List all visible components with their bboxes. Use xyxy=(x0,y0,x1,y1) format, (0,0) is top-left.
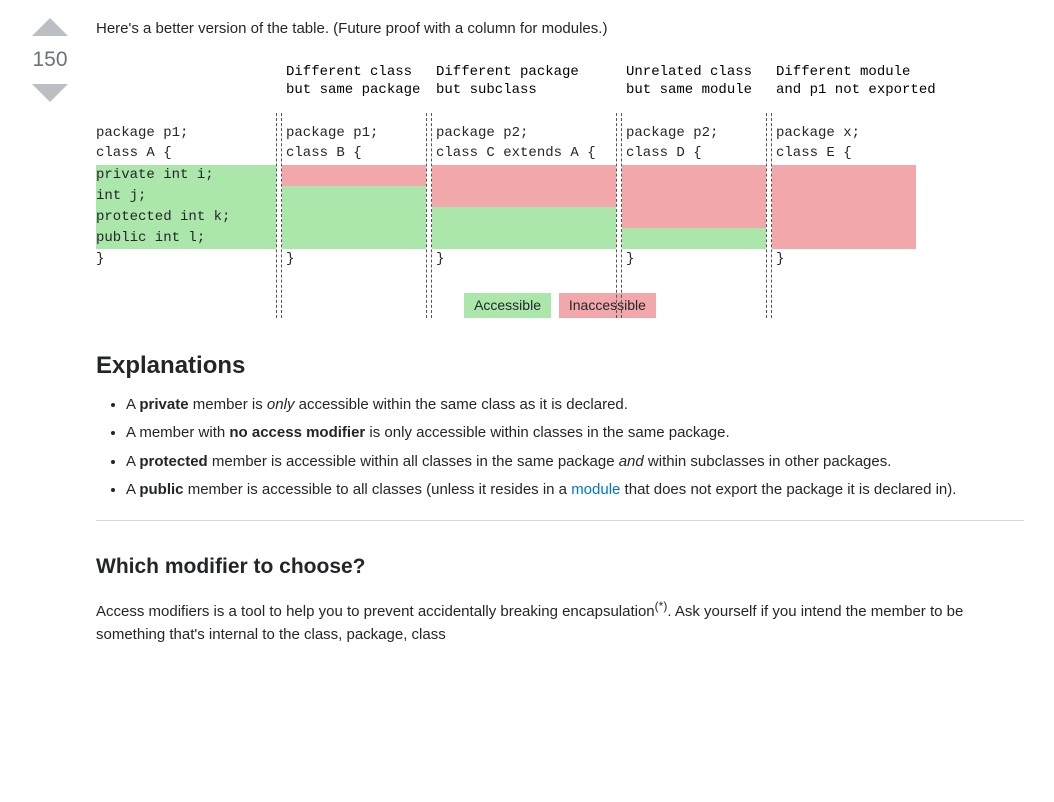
intro-text: Here's a better version of the table. (F… xyxy=(96,18,1024,41)
legend-accessible: Accessible xyxy=(464,293,551,318)
t: only xyxy=(267,396,295,413)
row-protected: protected int k; xyxy=(96,207,276,228)
upvote-button[interactable] xyxy=(32,18,68,36)
code-class-a: package p1; class A { xyxy=(96,123,188,164)
t: private xyxy=(139,396,188,413)
module-link[interactable]: module xyxy=(571,481,620,498)
t: member is xyxy=(189,396,267,413)
downvote-button[interactable] xyxy=(32,84,68,102)
which-heading: Which modifier to choose? xyxy=(96,551,1024,583)
t: no access modifier xyxy=(229,424,365,441)
list-item: A protected member is accessible within … xyxy=(126,451,1024,474)
brace: } xyxy=(626,249,634,270)
t: member is accessible to all classes (unl… xyxy=(184,481,572,498)
col-header: Unrelated class but same module xyxy=(626,63,752,99)
vote-score: 150 xyxy=(32,44,67,76)
code-class-c: package p2; class C extends A { xyxy=(436,123,596,164)
bars-d xyxy=(622,165,766,249)
section-divider xyxy=(96,520,1024,521)
code-class-b: package p1; class B { xyxy=(286,123,378,164)
list-item: A public member is accessible to all cla… xyxy=(126,479,1024,502)
bars-e xyxy=(772,165,916,249)
t: within subclasses in other packages. xyxy=(644,453,892,470)
bars-b xyxy=(282,165,426,249)
row-default: int j; xyxy=(96,186,276,207)
bars-c xyxy=(432,165,616,249)
explanation-list: A private member is only accessible with… xyxy=(96,394,1024,502)
col-header: Different class but same package xyxy=(286,63,420,99)
t: member is accessible within all classes … xyxy=(208,453,619,470)
row-private: private int i; xyxy=(96,165,276,186)
brace: } xyxy=(436,249,444,270)
explanations-heading: Explanations xyxy=(96,348,1024,384)
t: is only accessible within classes in the… xyxy=(365,424,729,441)
row-public: public int l; xyxy=(96,228,276,249)
access-diagram: Different class but same package Differe… xyxy=(96,63,1024,318)
code-class-e: package x; class E { xyxy=(776,123,860,164)
t: public xyxy=(139,481,183,498)
col-header: Different package but subclass xyxy=(436,63,579,99)
footnote-marker: (*) xyxy=(655,599,668,613)
list-item: A private member is only accessible with… xyxy=(126,394,1024,417)
t: protected xyxy=(139,453,207,470)
col-header: Different module and p1 not exported xyxy=(776,63,936,99)
t: and xyxy=(619,453,644,470)
t: A xyxy=(126,481,139,498)
t: A member with xyxy=(126,424,229,441)
brace: } xyxy=(286,249,294,270)
legend-inaccessible: Inaccessible xyxy=(559,293,656,318)
t: that does not export the package it is d… xyxy=(620,481,956,498)
brace: } xyxy=(776,249,784,270)
code-class-d: package p2; class D { xyxy=(626,123,718,164)
t: A xyxy=(126,396,139,413)
bars-a: private int i; int j; protected int k; p… xyxy=(96,165,276,249)
which-paragraph: Access modifiers is a tool to help you t… xyxy=(96,597,1024,646)
t: A xyxy=(126,453,139,470)
brace: } xyxy=(96,249,104,270)
list-item: A member with no access modifier is only… xyxy=(126,422,1024,445)
t: Access modifiers is a tool to help you t… xyxy=(96,603,655,620)
t: accessible within the same class as it i… xyxy=(294,396,627,413)
